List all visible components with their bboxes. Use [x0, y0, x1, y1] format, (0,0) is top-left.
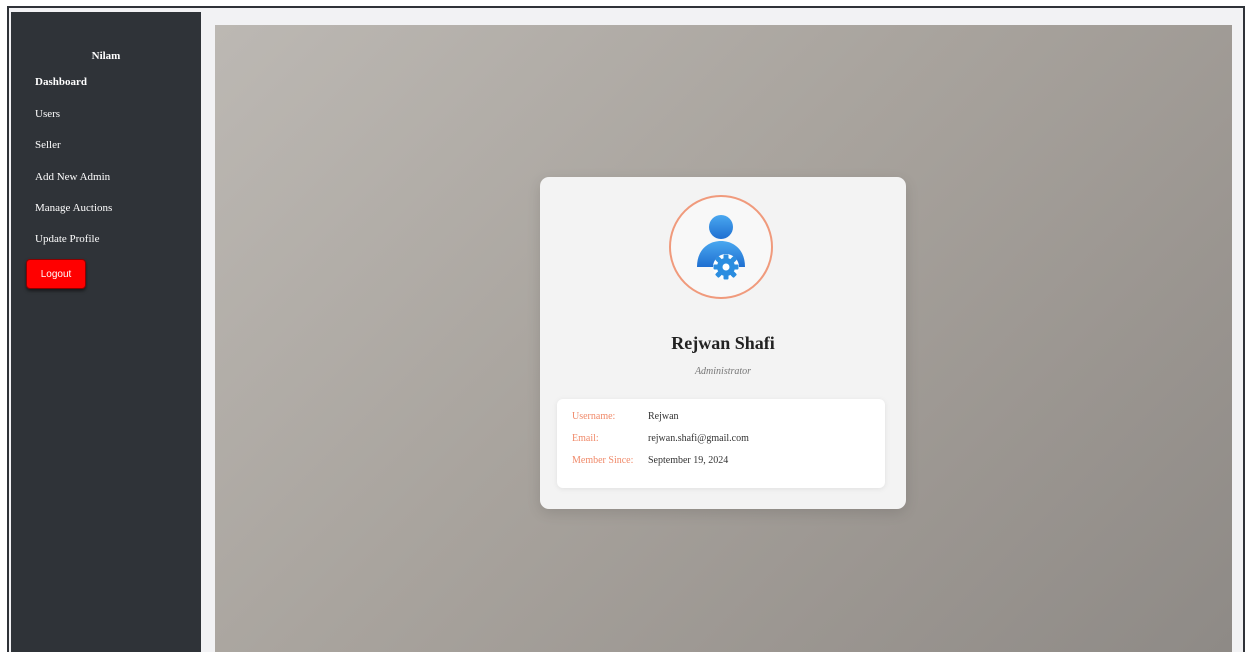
- info-label-email: Email:: [572, 433, 599, 444]
- info-row-member-since: Member Since: September 19, 2024: [572, 455, 728, 466]
- sidebar-brand: Nilam: [91, 50, 121, 62]
- sidebar-item-dashboard[interactable]: Dashboard: [35, 76, 87, 88]
- sidebar-item-users[interactable]: Users: [35, 108, 60, 120]
- info-label-username: Username:: [572, 411, 616, 422]
- sidebar-item-manage-auctions[interactable]: Manage Auctions: [35, 202, 112, 214]
- logout-button[interactable]: Logout: [26, 259, 86, 289]
- sidebar-item-seller[interactable]: Seller: [35, 139, 61, 151]
- info-value-username: Rejwan: [648, 411, 679, 422]
- profile-card: Rejwan Shafi Administrator Username: Rej…: [540, 177, 906, 509]
- sidebar-item-update-profile[interactable]: Update Profile: [35, 233, 99, 245]
- info-label-member-since: Member Since:: [572, 455, 634, 466]
- main-content: Rejwan Shafi Administrator Username: Rej…: [215, 25, 1232, 652]
- profile-role: Administrator: [694, 366, 752, 377]
- sidebar-item-add-new-admin[interactable]: Add New Admin: [35, 171, 110, 183]
- sidebar: Nilam Dashboard Users Seller Add New Adm…: [11, 12, 201, 652]
- profile-avatar: [669, 195, 773, 299]
- info-value-member-since: September 19, 2024: [648, 455, 729, 466]
- info-row-username: Username: Rejwan: [572, 411, 679, 422]
- profile-info-box: Username: Rejwan Email: rejwan.shafi@gma…: [557, 399, 885, 488]
- profile-name: Rejwan Shafi: [671, 333, 775, 353]
- info-value-email: rejwan.shafi@gmail.com: [648, 433, 749, 444]
- user-gear-icon: [697, 215, 745, 280]
- info-row-email: Email: rejwan.shafi@gmail.com: [572, 433, 749, 444]
